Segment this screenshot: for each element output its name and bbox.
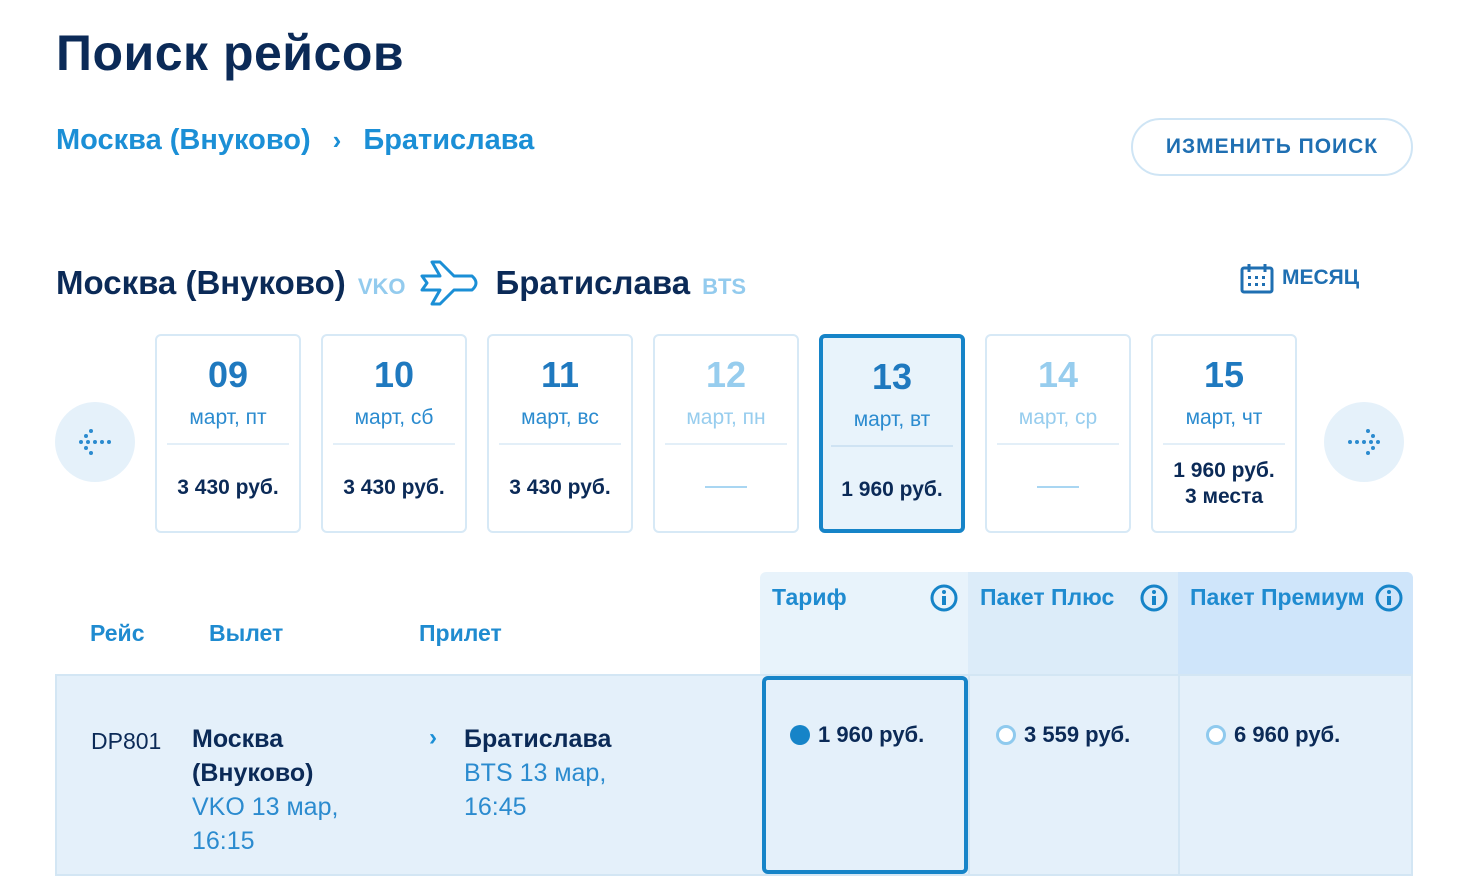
- month-label: МЕСЯЦ: [1282, 266, 1360, 289]
- direction-to-city: Братислава: [495, 264, 691, 301]
- date-card-11[interactable]: 11 март, вс 3 430 руб.: [487, 334, 633, 533]
- date-weekday: март, пн: [686, 406, 766, 429]
- fare-name: Пакет Плюс: [980, 584, 1115, 610]
- column-flight: Рейс: [90, 620, 145, 646]
- info-icon[interactable]: [1140, 584, 1168, 612]
- fare-header-tariff: Тариф: [760, 572, 968, 674]
- route-from: Москва (Внуково): [56, 124, 311, 156]
- date-weekday: март, сб: [354, 406, 434, 429]
- departure-cell: Москва (Внуково) VKO 13 мар, 16:15: [192, 722, 338, 858]
- fare-option-plus[interactable]: 3 559 руб.: [996, 722, 1130, 748]
- fare-cell-premium[interactable]: 6 960 руб.: [1178, 674, 1413, 876]
- date-selector: 09 март, пт 3 430 руб. 10 март, сб 3 430…: [155, 334, 1297, 533]
- arrival-info: BTS 13 мар,: [464, 759, 607, 787]
- fare-price: 1 960 руб.: [818, 722, 925, 747]
- month-view-button[interactable]: МЕСЯЦ: [1240, 262, 1359, 294]
- chevron-right-icon: ›: [332, 125, 342, 155]
- radio-unselected[interactable]: [996, 725, 1016, 745]
- date-price: 1 960 руб.: [1173, 459, 1275, 482]
- airplane-icon: [420, 260, 477, 306]
- radio-selected[interactable]: [790, 725, 810, 745]
- no-flights-dash: [1037, 486, 1079, 488]
- date-day: 12: [705, 354, 747, 395]
- next-dates-button[interactable]: [1324, 402, 1404, 482]
- departure-info: VKO 13 мар,: [192, 793, 339, 821]
- date-day: 14: [1037, 354, 1079, 395]
- calendar-icon: [1240, 264, 1274, 294]
- fare-price: 3 559 руб.: [1024, 722, 1131, 747]
- route-breadcrumb: Москва (Внуково) › Братислава: [56, 124, 534, 157]
- date-card-09[interactable]: 09 март, пт 3 430 руб.: [155, 334, 301, 533]
- date-price: 1 960 руб.: [841, 478, 943, 501]
- seats-left: 3 места: [1184, 485, 1264, 508]
- divider: [1163, 443, 1285, 445]
- fare-cell-plus[interactable]: 3 559 руб.: [968, 674, 1178, 876]
- date-day: 09: [207, 354, 249, 395]
- fare-cell-tariff[interactable]: 1 960 руб.: [762, 676, 968, 874]
- fare-name: Тариф: [772, 584, 847, 610]
- departure-city: Москва: [192, 725, 284, 753]
- fare-header-plus: Пакет Плюс: [968, 572, 1178, 674]
- departure-time: 16:15: [192, 827, 255, 855]
- arrow-left-icon: [79, 429, 111, 455]
- divider: [831, 445, 953, 447]
- fare-option-tariff[interactable]: 1 960 руб.: [790, 722, 924, 748]
- date-day: 11: [540, 354, 580, 395]
- divider: [167, 443, 289, 445]
- date-card-15[interactable]: 15 март, чт 1 960 руб. 3 места: [1151, 334, 1297, 533]
- info-icon[interactable]: [930, 584, 958, 612]
- info-icon[interactable]: [1375, 584, 1403, 612]
- date-weekday: март, вт: [853, 408, 931, 431]
- date-price-block: 1 960 руб. 3 места: [1153, 458, 1295, 510]
- date-card-13[interactable]: 13 март, вт 1 960 руб.: [819, 334, 965, 533]
- departure-airport: (Внуково): [192, 759, 314, 787]
- fare-option-premium[interactable]: 6 960 руб.: [1206, 722, 1340, 748]
- date-weekday: март, ср: [1018, 406, 1098, 429]
- divider: [665, 443, 787, 445]
- date-price: 3 430 руб.: [343, 476, 445, 499]
- date-card-14: 14 март, ср: [985, 334, 1131, 533]
- page-title: Поиск рейсов: [56, 25, 405, 81]
- fare-header-premium: Пакет Премиум: [1178, 572, 1413, 674]
- date-day: 13: [871, 356, 913, 397]
- arrow-right-icon: [1348, 429, 1380, 455]
- date-card-12: 12 март, пн: [653, 334, 799, 533]
- date-price: 3 430 руб.: [509, 476, 611, 499]
- fare-price: 6 960 руб.: [1234, 722, 1341, 747]
- prev-dates-button[interactable]: [55, 402, 135, 482]
- direction-from-city: Москва (Внуково): [56, 264, 346, 301]
- no-flights-dash: [705, 486, 747, 488]
- arrival-cell: Братислава BTS 13 мар, 16:45: [464, 722, 611, 824]
- change-search-button[interactable]: ИЗМЕНИТЬ ПОИСК: [1131, 118, 1413, 176]
- date-weekday: март, вс: [521, 406, 599, 429]
- arrival-city: Братислава: [464, 725, 612, 753]
- fare-name: Пакет Премиум: [1190, 584, 1365, 610]
- direction-header: Москва (Внуково) VKO Братислава BTS: [56, 258, 746, 308]
- date-day: 10: [373, 354, 415, 395]
- divider: [333, 443, 455, 445]
- route-to: Братислава: [363, 124, 535, 156]
- chevron-right-icon: ›: [429, 724, 437, 751]
- divider: [997, 443, 1119, 445]
- date-weekday: март, пт: [189, 406, 267, 429]
- direction-to-code: BTS: [702, 274, 747, 299]
- flight-number: DP801: [91, 728, 162, 754]
- radio-unselected[interactable]: [1206, 725, 1226, 745]
- direction-from-code: VKO: [357, 274, 406, 299]
- arrival-time: 16:45: [464, 793, 527, 821]
- date-day: 15: [1203, 354, 1245, 395]
- date-weekday: март, чт: [1185, 406, 1263, 429]
- column-departure: Вылет: [209, 620, 284, 646]
- date-price: 3 430 руб.: [177, 476, 279, 499]
- date-card-10[interactable]: 10 март, сб 3 430 руб.: [321, 334, 467, 533]
- column-arrival: Прилет: [419, 620, 502, 646]
- divider: [499, 443, 621, 445]
